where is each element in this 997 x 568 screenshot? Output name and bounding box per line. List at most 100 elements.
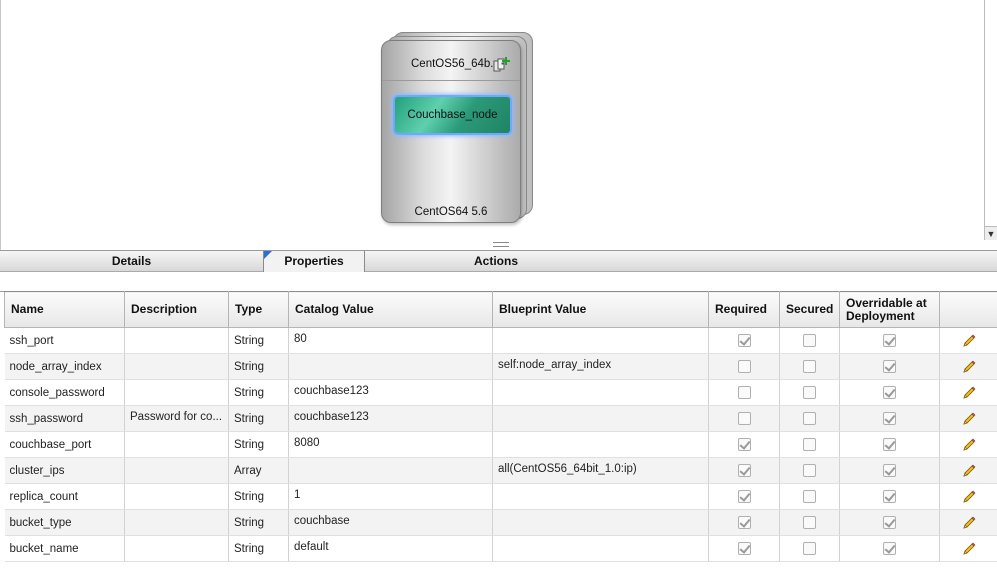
table-row[interactable]: replica_count String 1 (4, 483, 997, 510)
panel-splitter-handle[interactable] (493, 242, 509, 247)
secured-checkbox[interactable] (803, 490, 816, 503)
secured-checkbox[interactable] (803, 438, 816, 451)
pencil-icon[interactable] (962, 386, 976, 400)
overridable-checkbox[interactable] (883, 412, 896, 425)
cell-blueprint-value (492, 379, 709, 406)
secured-checkbox[interactable] (803, 386, 816, 399)
required-cell (708, 431, 780, 458)
secured-checkbox[interactable] (803, 464, 816, 477)
cell-description (124, 457, 229, 484)
table-row[interactable]: console_password String couchbase123 (4, 379, 997, 406)
overridable-checkbox[interactable] (883, 438, 896, 451)
cell-description (124, 535, 229, 562)
required-checkbox[interactable] (737, 464, 751, 477)
pencil-icon[interactable] (962, 516, 976, 530)
cell-catalog-value: default (288, 535, 493, 562)
secured-checkbox[interactable] (803, 334, 816, 347)
column-header-description[interactable]: Description (124, 291, 229, 328)
cell-blueprint-value (492, 405, 709, 432)
add-component-icon[interactable] (492, 56, 510, 74)
required-cell (708, 405, 780, 432)
edit-cell (939, 353, 997, 380)
vm-header: CentOS56_64b... (382, 41, 520, 81)
column-header-overridable[interactable]: Overridable at Deployment (839, 291, 940, 328)
overridable-checkbox[interactable] (883, 386, 896, 399)
required-checkbox[interactable] (737, 412, 751, 425)
column-header-name[interactable]: Name (4, 291, 125, 328)
secured-cell (779, 405, 840, 432)
required-cell (708, 535, 780, 562)
cell-name: console_password (4, 379, 125, 406)
required-checkbox[interactable] (737, 516, 751, 529)
tab-actions[interactable]: Actions (446, 251, 546, 272)
cell-type: String (228, 379, 289, 406)
table-row[interactable]: bucket_name String default (4, 535, 997, 562)
cell-blueprint-value (492, 431, 709, 458)
overridable-checkbox[interactable] (883, 542, 896, 555)
pencil-icon[interactable] (962, 542, 976, 556)
cell-description: Password for co... (124, 405, 229, 432)
table-row[interactable]: ssh_password Password for co... String couc… (4, 405, 997, 432)
column-header-type[interactable]: Type (228, 291, 289, 328)
cell-catalog-value (288, 457, 493, 484)
pencil-icon[interactable] (962, 438, 976, 452)
table-row[interactable]: bucket_type String couchbase (4, 509, 997, 536)
table-row[interactable]: ssh_port String 80 (4, 327, 997, 354)
tab-details[interactable]: Details (0, 251, 263, 272)
cell-description (124, 509, 229, 536)
pencil-icon[interactable] (962, 490, 976, 504)
overridable-checkbox[interactable] (883, 360, 896, 373)
couchbase-node[interactable]: Couchbase_node (393, 95, 512, 135)
secured-checkbox[interactable] (803, 542, 816, 555)
overridable-checkbox[interactable] (883, 464, 896, 477)
cell-name: cluster_ips (4, 457, 125, 484)
cell-description (124, 431, 229, 458)
column-header-blueprint-value[interactable]: Blueprint Value (492, 291, 709, 328)
column-header-edit (939, 291, 997, 328)
pencil-icon[interactable] (962, 412, 976, 426)
secured-checkbox[interactable] (803, 360, 816, 373)
overridable-checkbox[interactable] (883, 490, 896, 503)
overridable-checkbox[interactable] (883, 516, 896, 529)
properties-table: Name Description Type Catalog Value Blue… (4, 291, 997, 562)
cell-blueprint-value: all(CentOS56_64bit_1.0:ip) (492, 457, 709, 484)
column-header-secured[interactable]: Secured (779, 291, 840, 328)
cell-name: replica_count (4, 483, 125, 510)
secured-checkbox[interactable] (803, 516, 816, 529)
cell-description (124, 353, 229, 380)
table-row[interactable]: couchbase_port String 8080 (4, 431, 997, 458)
table-row[interactable]: cluster_ips Array all(CentOS56_64bit_1.0:i… (4, 457, 997, 484)
overridable-cell (839, 457, 940, 484)
cell-type: String (228, 353, 289, 380)
cell-catalog-value: couchbase123 (288, 405, 493, 432)
required-checkbox[interactable] (737, 438, 751, 451)
overridable-cell (839, 379, 940, 406)
required-cell (708, 379, 780, 406)
edit-cell (939, 457, 997, 484)
chevron-down-icon[interactable]: ▼ (985, 226, 997, 240)
column-header-required[interactable]: Required (708, 291, 780, 328)
cell-type: String (228, 535, 289, 562)
required-checkbox[interactable] (737, 386, 751, 399)
overridable-cell (839, 327, 940, 354)
edit-cell (939, 405, 997, 432)
secured-checkbox[interactable] (803, 412, 816, 425)
pencil-icon[interactable] (962, 464, 976, 478)
pencil-icon[interactable] (962, 334, 976, 348)
required-checkbox[interactable] (737, 334, 751, 347)
cell-name: bucket_name (4, 535, 125, 562)
required-cell (708, 327, 780, 354)
required-checkbox[interactable] (737, 360, 751, 373)
overridable-checkbox[interactable] (883, 334, 896, 347)
blueprint-canvas[interactable]: CentOS56_64b... Couchbase_node CentOS64 … (0, 0, 997, 250)
cell-type: Array (228, 457, 289, 484)
tab-properties[interactable]: Properties (263, 251, 365, 272)
table-row[interactable]: node_array_index String self:node_array_in… (4, 353, 997, 380)
required-checkbox[interactable] (737, 490, 751, 503)
canvas-scrollbar[interactable]: ▼ (984, 0, 997, 240)
column-header-catalog-value[interactable]: Catalog Value (288, 291, 493, 328)
pencil-icon[interactable] (962, 360, 976, 374)
required-checkbox[interactable] (737, 542, 751, 555)
vm-card[interactable]: CentOS56_64b... Couchbase_node CentOS64 … (381, 40, 521, 223)
cell-blueprint-value (492, 483, 709, 510)
